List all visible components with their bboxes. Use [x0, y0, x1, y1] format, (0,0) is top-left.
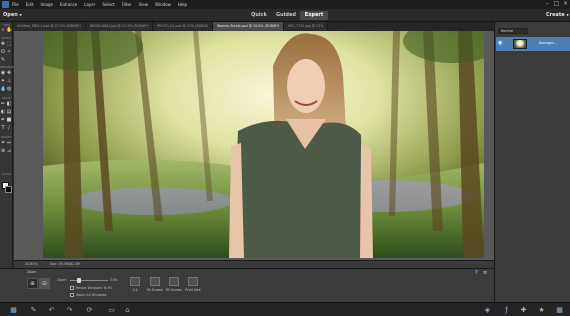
task-bar: ▦ ✎ ↶ ↷ ⟳ ▭ ⌂ ◈ ƒ ✚ ★ ▦ [0, 302, 570, 316]
doc-tab[interactable]: PHOTO_01.psd @ 25% (RGB/8) [152, 22, 214, 31]
zoom-all-windows-label: Zoom All Windows [76, 293, 107, 297]
clone-stamp-icon[interactable]: ⊥ [6, 78, 12, 84]
menu-select[interactable]: Select [102, 2, 114, 7]
recompose-tool-icon[interactable]: ⇔ [6, 140, 12, 146]
actual-pixels-button[interactable] [130, 277, 140, 286]
minimize-icon[interactable]: – [544, 1, 551, 7]
redo-icon[interactable]: ↷ [64, 305, 75, 315]
layer-row[interactable]: ◉ Backgro... [496, 37, 570, 51]
resize-windows-label: Resize Windows To Fit [76, 286, 112, 290]
undo-icon[interactable]: ↶ [46, 305, 57, 315]
eraser-tool-icon[interactable]: ◧ [6, 101, 12, 107]
zoom-percent: 21% [110, 278, 118, 282]
organizer-icon[interactable]: ⌂ [122, 305, 133, 315]
styles-icon[interactable]: ★ [536, 305, 547, 315]
fit-screen-button[interactable] [150, 277, 160, 286]
help-icon[interactable]: ? [475, 270, 478, 276]
section-modify-label: MODIFY [1, 135, 12, 139]
zoom-label: Zoom [57, 278, 67, 282]
section-draw-label: DRAW [2, 96, 11, 100]
photo-bin-icon[interactable]: ▦ [8, 305, 19, 315]
tab-guided[interactable]: Guided [272, 11, 300, 20]
print-size-button[interactable] [188, 277, 198, 286]
doc-tab[interactable]: IMG_7705.jpg @ 25% [284, 22, 329, 31]
tool-options-title: Zoom [27, 270, 37, 274]
tool-options-bar: Zoom ⊕ ⊖ Zoom 21% Resize Windows To Fit … [0, 268, 494, 302]
app-logo-icon [2, 1, 9, 8]
menu-filter[interactable]: Filter [122, 2, 132, 7]
blend-mode-select[interactable]: Normal [498, 28, 528, 34]
zoom-out-button[interactable]: ⊖ [39, 278, 50, 289]
close-icon[interactable]: × [562, 1, 569, 7]
document-tabs: Untitled_PDM-1.psd @ 27.2% (RGB/8*) WOOD… [13, 22, 494, 31]
menu-enhance[interactable]: Enhance [60, 2, 77, 7]
document-size: Doc: 59.3M/62.3M [50, 262, 81, 266]
menu-view[interactable]: View [139, 2, 149, 7]
zoom-in-button[interactable]: ⊕ [27, 278, 38, 289]
menu-image[interactable]: Image [40, 2, 53, 7]
open-label: Open [3, 12, 18, 18]
sponge-tool-icon[interactable]: ◍ [6, 86, 12, 92]
section-enhance-label: ENHANCE [0, 65, 14, 69]
quick-selection-icon[interactable]: ✎ [0, 57, 6, 63]
canvas-area[interactable] [14, 31, 494, 260]
layers-icon[interactable]: ◈ [482, 305, 493, 315]
menu-window[interactable]: Window [155, 2, 171, 7]
resize-windows-checkbox[interactable] [70, 286, 74, 290]
tab-quick[interactable]: Quick [246, 11, 272, 20]
straighten-tool-icon[interactable]: ⊿ [6, 148, 12, 154]
menu-bar: File Edit Image Enhance Layer Select Fil… [0, 0, 570, 9]
layer-name: Backgro... [539, 41, 557, 45]
custom-shape-icon[interactable]: ■ [6, 117, 12, 123]
zoom-slider[interactable] [70, 278, 108, 283]
open-button[interactable]: Open ▼ [3, 12, 25, 20]
create-label: Create [546, 12, 565, 18]
section-select-label: SELECT [1, 36, 12, 40]
zoom-all-windows-checkbox[interactable] [70, 293, 74, 297]
effects-icon[interactable]: ƒ [501, 305, 512, 315]
doc-tab[interactable]: WOOD-0001.jpg @ 21.3% (RGB/8*) [85, 22, 153, 31]
print-size-label: Print Size [185, 288, 201, 292]
pencil-tool-icon[interactable]: ∕ [6, 125, 12, 131]
gradient-tool-icon[interactable]: ▤ [6, 109, 12, 115]
chevron-down-icon: ▼ [19, 13, 22, 17]
layout-icon[interactable]: ▭ [106, 305, 117, 315]
doc-tab[interactable]: Untitled_PDM-1.psd @ 27.2% (RGB/8*) [13, 22, 86, 31]
mode-bar: Open ▼ Quick Guided Expert Create ▼ [0, 9, 570, 22]
section-color-label: COLOR [1, 172, 12, 176]
menu-edit[interactable]: Edit [26, 2, 34, 7]
spot-healing-icon[interactable]: ✚ [6, 70, 12, 76]
doc-tab-active[interactable]: Woman-Forest.psd @ 20.8% (RGB/8*) [213, 22, 285, 31]
menu-help[interactable]: Help [178, 2, 187, 7]
create-button[interactable]: Create ▼ [546, 12, 569, 18]
layer-thumbnail [513, 39, 527, 49]
status-bar: 20.83% Doc: 59.3M/62.3M [14, 260, 494, 268]
graphics-icon[interactable]: ▦ [554, 305, 565, 315]
visibility-eye-icon[interactable]: ◉ [498, 41, 502, 46]
zoom-readout: 20.83% [25, 262, 38, 266]
background-color-swatch[interactable] [5, 186, 12, 193]
magic-wand-icon[interactable]: ✧ [6, 49, 12, 55]
document-photo[interactable] [43, 31, 484, 258]
marquee-tool-icon[interactable]: ⬚ [6, 41, 12, 47]
hand-tool-icon[interactable]: ✋ [6, 27, 12, 33]
menu-file[interactable]: File [12, 2, 19, 7]
zoom-slider-knob[interactable] [77, 278, 81, 283]
toolbox: VIEW ⌕ ✋ SELECT ✥ ⬚ ʘ ✧ ✎ ENHANCE ◉ ✚ ✦ … [0, 22, 14, 268]
maximize-icon[interactable]: □ [553, 1, 560, 7]
layers-panel: Normal ◉ Backgro... [494, 22, 570, 302]
fill-screen-button[interactable] [169, 277, 179, 286]
menu-layer[interactable]: Layer [84, 2, 95, 7]
rotate-icon[interactable]: ⟳ [84, 305, 95, 315]
tab-expert[interactable]: Expert [300, 11, 328, 20]
panel-menu-icon[interactable]: ≡ [483, 270, 487, 276]
chevron-down-icon: ▼ [566, 13, 569, 17]
tool-options-icon[interactable]: ✎ [28, 305, 39, 315]
filters-icon[interactable]: ✚ [518, 305, 529, 315]
